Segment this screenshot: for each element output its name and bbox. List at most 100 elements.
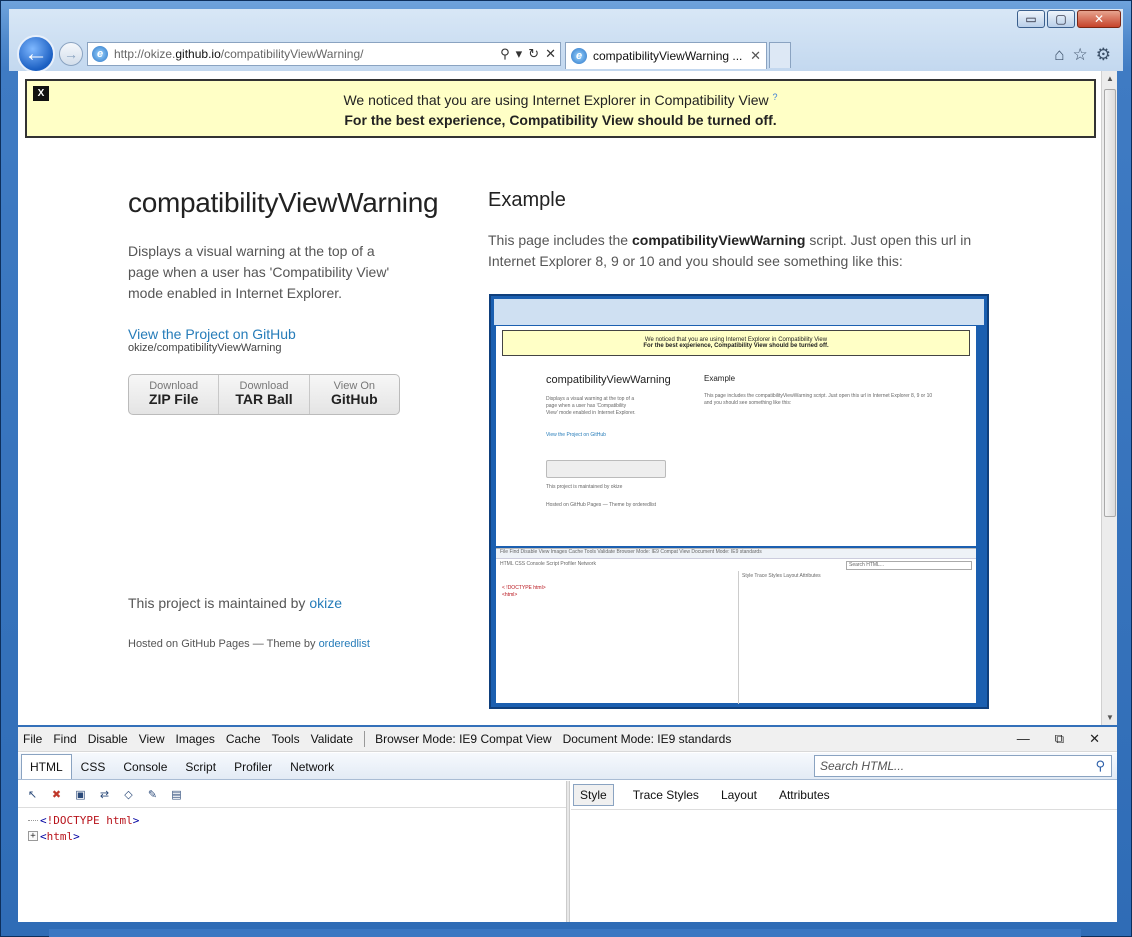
theme-link[interactable]: orderedlist: [319, 638, 370, 650]
close-icon: ✕: [1093, 12, 1105, 26]
maximize-button[interactable]: ▢: [1047, 10, 1075, 28]
thumb-chrome: [494, 299, 984, 325]
scroll-up-icon[interactable]: ▲: [1106, 74, 1114, 83]
browser-toolbar-icons: ⌂ ☆ ⚙: [1054, 45, 1111, 65]
tab-layout[interactable]: Layout: [710, 785, 768, 805]
forward-button[interactable]: →: [59, 42, 83, 66]
tab-profiler[interactable]: Profiler: [225, 760, 281, 779]
menu-images[interactable]: Images: [176, 732, 215, 746]
gear-icon[interactable]: ⚙: [1096, 45, 1111, 65]
tab-network[interactable]: Network: [281, 760, 343, 779]
example-text-before: This page includes the: [488, 232, 632, 248]
select-element-icon[interactable]: ↖: [25, 787, 40, 802]
refresh-icon[interactable]: ↻: [528, 46, 539, 62]
minimize-button[interactable]: ▭: [1017, 10, 1045, 28]
taskbar-strip: [49, 929, 1081, 937]
search-icon[interactable]: ⚲: [1095, 758, 1105, 774]
tree-row-doctype[interactable]: < !DOCTYPE html >: [28, 812, 566, 828]
dropdown-icon[interactable]: ▾: [516, 46, 523, 62]
banner-line1-text: We noticed that you are using Internet E…: [343, 92, 769, 108]
scroll-down-icon[interactable]: ▼: [1106, 713, 1114, 722]
pane-splitter[interactable]: [566, 781, 570, 922]
save-icon[interactable]: ▣: [73, 787, 88, 802]
github-project-link[interactable]: View the Project on GitHub: [128, 326, 468, 342]
browser-tab[interactable]: e compatibilityViewWarning ... ✕: [565, 42, 767, 69]
menu-view[interactable]: View: [139, 732, 165, 746]
tab-console[interactable]: Console: [114, 760, 176, 779]
menu-validate[interactable]: Validate: [311, 732, 353, 746]
thumb-dev-split: [738, 571, 739, 704]
view-on-github-button[interactable]: View On GitHub: [310, 375, 399, 414]
page-scrollbar[interactable]: ▲ ▼: [1101, 71, 1117, 725]
thumb-dev-tree2: <html>: [502, 592, 518, 598]
banner-line2: For the best experience, Compatibility V…: [344, 112, 777, 128]
download-tar-button[interactable]: Download TAR Ball: [219, 375, 310, 414]
refresh-dom-icon[interactable]: ⇄: [97, 787, 112, 802]
tab-style[interactable]: Style: [573, 783, 614, 806]
back-arrow-icon: ←: [24, 40, 48, 67]
tab-attributes[interactable]: Attributes: [768, 785, 841, 805]
thumb-title: compatibilityViewWarning: [546, 374, 671, 386]
thumb-example: Example: [704, 374, 736, 383]
html-tree: < !DOCTYPE html > + < html >: [18, 807, 566, 922]
github-big-label: GitHub: [330, 391, 378, 407]
menu-disable[interactable]: Disable: [88, 732, 128, 746]
stop-icon[interactable]: ✕: [545, 46, 556, 62]
page-title: compatibilityViewWarning: [128, 187, 439, 218]
search-html-placeholder: Search HTML...: [820, 759, 905, 773]
thumb-devtools: File Find Disable View Images Cache Tool…: [496, 548, 976, 704]
example-heading: Example: [488, 189, 566, 211]
new-tab-button[interactable]: [769, 42, 791, 68]
address-bar[interactable]: e http://okize.github.io/compatibilityVi…: [87, 42, 561, 66]
dom-source-icon[interactable]: ◇: [121, 787, 136, 802]
close-window-button[interactable]: ✕: [1077, 10, 1121, 28]
banner-close-button[interactable]: X: [33, 86, 49, 101]
minimize-icon: ▭: [1025, 12, 1037, 26]
banner-line1: We noticed that you are using Internet E…: [27, 92, 1094, 108]
scrollbar-thumb[interactable]: [1104, 89, 1116, 517]
devtools-close-icon[interactable]: ✕: [1089, 731, 1100, 747]
home-icon[interactable]: ⌂: [1054, 45, 1064, 65]
tab-css[interactable]: CSS: [72, 760, 115, 779]
tree-row-html[interactable]: + < html >: [28, 828, 566, 844]
maintainer-link[interactable]: okize: [309, 595, 342, 611]
search-icon[interactable]: ⚲: [500, 46, 510, 62]
thumb-maint: This project is maintained by okize: [546, 484, 623, 490]
document-mode-menu[interactable]: Document Mode: IE9 standards: [563, 732, 732, 746]
thumb-dev-menu: File Find Disable View Images Cache Tool…: [496, 549, 976, 559]
devtools-minimize-icon[interactable]: —: [1017, 731, 1030, 747]
address-url[interactable]: http://okize.github.io/compatibilityView…: [114, 47, 363, 61]
thumb-desc: Displays a visual warning at the top of …: [546, 396, 636, 416]
menu-tools[interactable]: Tools: [272, 732, 300, 746]
edit-icon[interactable]: ✎: [145, 787, 160, 802]
tab-trace-styles[interactable]: Trace Styles: [622, 785, 710, 805]
thumb-example-text: This page includes the compatibilityView…: [704, 393, 933, 406]
tab-html[interactable]: HTML: [21, 754, 72, 779]
example-screenshot: We noticed that you are using Internet E…: [489, 294, 989, 709]
menu-cache[interactable]: Cache: [226, 732, 261, 746]
devtools-undock-icon[interactable]: ⧉: [1055, 731, 1064, 747]
thumb-dev-tabs: HTML CSS Console Script Profiler Network: [500, 561, 596, 567]
menu-file[interactable]: File: [23, 732, 42, 746]
menu-find[interactable]: Find: [53, 732, 76, 746]
thumb-banner: We noticed that you are using Internet E…: [502, 330, 970, 356]
compat-warning-banner: X We noticed that you are using Internet…: [25, 79, 1096, 138]
tab-script[interactable]: Script: [176, 760, 225, 779]
tab-close-icon[interactable]: ✕: [750, 48, 761, 64]
back-button[interactable]: ←: [17, 35, 55, 73]
url-domain: github.io: [175, 47, 221, 61]
help-link[interactable]: ?: [773, 92, 778, 102]
tree-connector: [28, 819, 38, 821]
word-wrap-icon[interactable]: ▤: [169, 787, 184, 802]
example-text: This page includes the compatibilityView…: [488, 230, 1008, 272]
download-zip-button[interactable]: Download ZIP File: [129, 375, 220, 414]
expand-icon[interactable]: +: [28, 831, 38, 841]
zip-big-label: ZIP File: [148, 391, 199, 407]
search-html-input[interactable]: Search HTML... ⚲: [814, 755, 1112, 777]
thumb-viewport: We noticed that you are using Internet E…: [496, 326, 976, 546]
thumb-buttons: [546, 460, 666, 478]
page-viewport: X We noticed that you are using Internet…: [18, 71, 1117, 725]
favorites-star-icon[interactable]: ☆: [1073, 45, 1088, 65]
browser-mode-menu[interactable]: Browser Mode: IE9 Compat View: [375, 732, 552, 746]
clear-icon[interactable]: ✖: [49, 787, 64, 802]
